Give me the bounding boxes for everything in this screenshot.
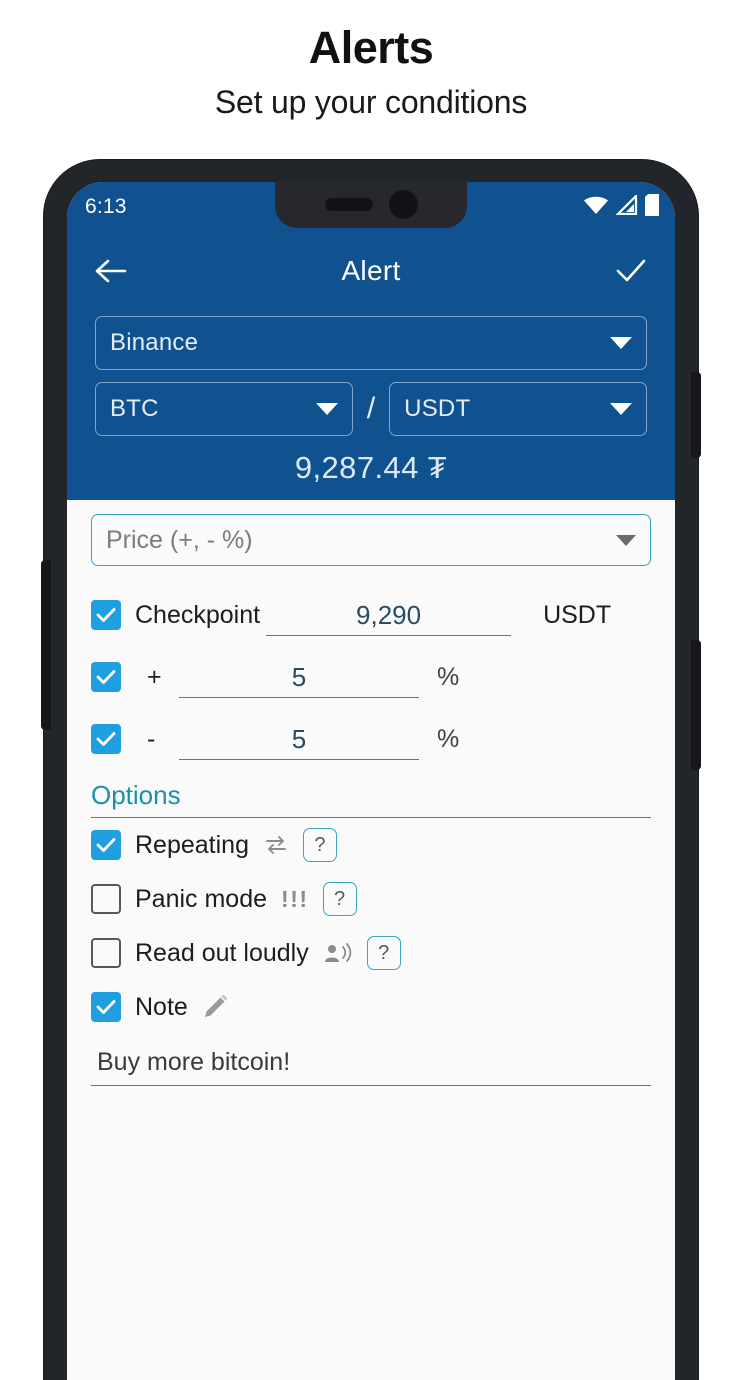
phone-screen: 6:13 Alert Binance BTC / USDT 9,287.44 ₮… [67, 182, 675, 1380]
plus-sign: + [147, 662, 162, 691]
check-icon [616, 259, 646, 282]
base-currency-select[interactable]: BTC [95, 382, 353, 436]
app-bar-title: Alert [341, 255, 401, 286]
chevron-down-icon [610, 403, 632, 415]
minus-sign: - [147, 724, 156, 753]
checkpoint-row: Checkpoint 9,290 USDT [91, 584, 651, 646]
current-price: 9,287.44 ₮ [294, 450, 448, 485]
app-bar: Alert [67, 232, 675, 310]
alert-type-select[interactable]: Price (+, - %) [91, 514, 651, 566]
status-bar: 6:13 [67, 182, 675, 232]
options-heading: Options [91, 780, 651, 818]
option-read-out-loudly-row: Read out loudly ? [91, 926, 651, 980]
checkpoint-checkbox[interactable] [91, 600, 121, 630]
checkpoint-label: Checkpoint [135, 600, 261, 629]
condition-section: Price (+, - %) Checkpoint 9,290 USDT + 5 [67, 500, 675, 1086]
cell-signal-icon [615, 192, 638, 220]
volume-button-right[interactable] [691, 640, 701, 770]
note-input[interactable]: Buy more bitcoin! [91, 1048, 651, 1086]
minus-percent-input[interactable]: 5 [179, 724, 419, 760]
pair-row: BTC / USDT [95, 382, 647, 436]
panic-mode-help-button[interactable]: ? [322, 882, 357, 916]
quote-currency-select[interactable]: USDT [389, 382, 647, 436]
base-currency-value: BTC [110, 395, 159, 422]
power-button[interactable] [691, 372, 701, 458]
confirm-button[interactable] [609, 249, 653, 293]
read-out-loudly-help-button[interactable]: ? [366, 936, 401, 970]
note-label: Note [135, 992, 188, 1021]
repeating-help-button[interactable]: ? [302, 828, 337, 862]
chevron-down-icon [315, 403, 338, 415]
exchange-select[interactable]: Binance [95, 316, 647, 370]
checkpoint-unit: USDT [543, 600, 612, 629]
pencil-icon[interactable] [202, 994, 230, 1020]
exclamation-triple-icon: !!! [281, 885, 309, 912]
plus-percent-checkbox[interactable] [91, 662, 121, 692]
display-notch [275, 182, 467, 228]
status-icons [583, 192, 659, 221]
plus-percent-row: + 5 % [91, 646, 651, 708]
volume-rocker-left[interactable] [41, 560, 51, 730]
minus-percent-unit: % [437, 724, 460, 753]
status-time: 6:13 [85, 195, 127, 218]
option-repeating-row: Repeating ? [91, 818, 651, 872]
quote-currency-value: USDT [404, 395, 471, 422]
panic-mode-checkbox[interactable] [91, 884, 121, 914]
back-button[interactable] [89, 249, 133, 293]
plus-percent-input[interactable]: 5 [179, 662, 419, 698]
promo-header: Alerts Set up your conditions [0, 0, 742, 121]
person-speaking-icon [323, 942, 353, 964]
front-camera-icon [388, 189, 418, 219]
page-subtitle: Set up your conditions [214, 83, 528, 120]
plus-percent-unit: % [437, 662, 460, 691]
chevron-down-icon [616, 534, 636, 546]
exchange-section: Binance BTC / USDT 9,287.44 ₮ [67, 310, 675, 500]
option-note-row: Note [91, 980, 651, 1034]
chevron-down-icon [610, 337, 632, 349]
earpiece-speaker-icon [324, 197, 373, 211]
repeating-label: Repeating [135, 830, 249, 859]
battery-icon [645, 193, 659, 221]
minus-percent-checkbox[interactable] [91, 724, 121, 754]
phone-mockup: 6:13 Alert Binance BTC / USDT 9,287.44 ₮… [41, 160, 701, 1380]
read-out-loudly-checkbox[interactable] [91, 938, 121, 968]
panic-mode-label: Panic mode [135, 884, 268, 913]
checkpoint-input[interactable]: 9,290 [266, 600, 512, 636]
repeat-icon [263, 834, 289, 856]
minus-percent-row: - 5 % [91, 708, 651, 770]
alert-type-value: Price (+, - %) [106, 525, 253, 554]
wifi-icon [583, 195, 609, 220]
read-out-loudly-label: Read out loudly [135, 938, 309, 967]
note-checkbox[interactable] [91, 992, 121, 1022]
arrow-left-icon [95, 259, 127, 283]
exchange-select-value: Binance [110, 329, 199, 356]
repeating-checkbox[interactable] [91, 830, 121, 860]
option-panic-mode-row: Panic mode !!! ? [91, 872, 651, 926]
pair-separator: / [366, 392, 376, 425]
page-title: Alerts [308, 22, 434, 73]
